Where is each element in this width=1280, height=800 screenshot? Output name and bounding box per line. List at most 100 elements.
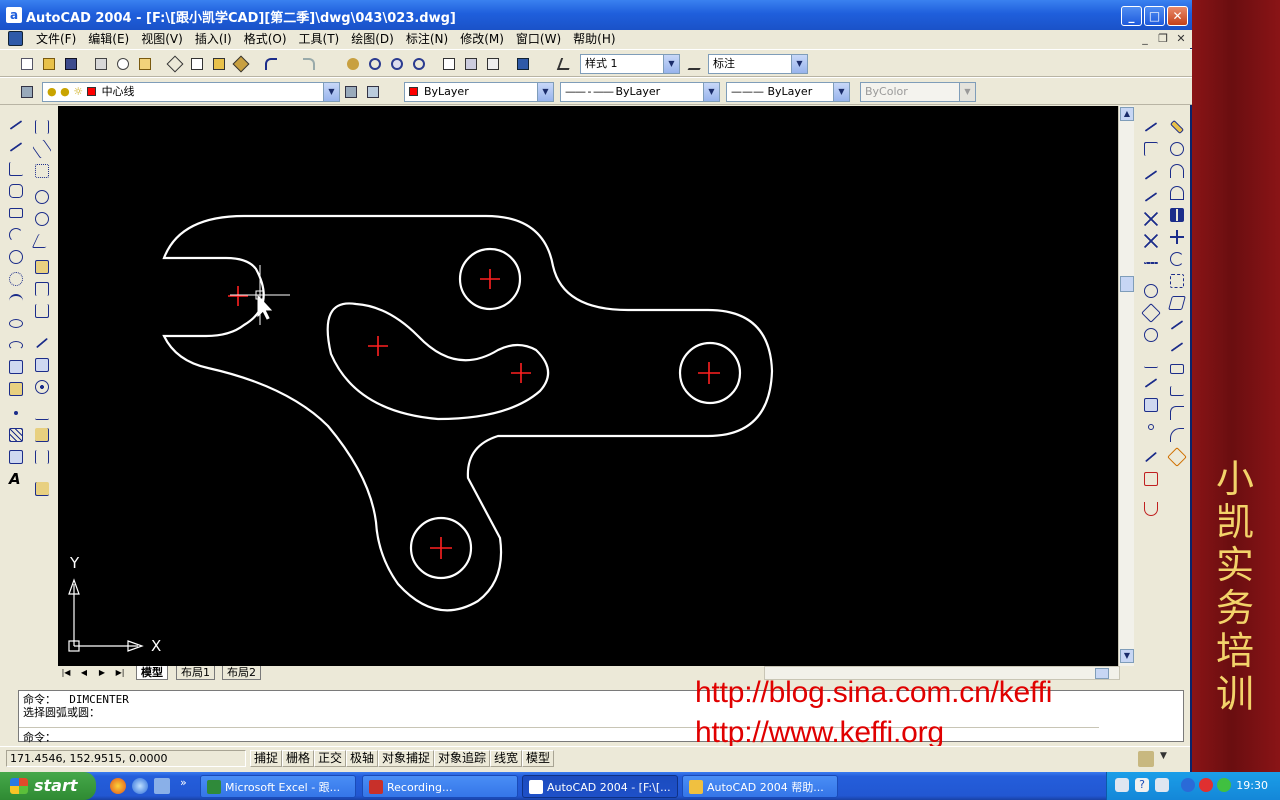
radius-dimension-icon[interactable] (33, 188, 51, 206)
title-bar[interactable]: a AutoCAD 2004 - [F:\[跟小凯学CAD][第二季]\dwg\… (0, 0, 1192, 30)
stretch-icon[interactable] (1168, 294, 1186, 312)
quick-dimension-icon[interactable] (33, 258, 51, 276)
hatch-icon[interactable] (7, 426, 25, 444)
break-icon[interactable] (1168, 360, 1186, 378)
osnap-toggle[interactable]: 对象捕捉 (378, 750, 435, 767)
menu-window[interactable]: 窗口(W) (510, 31, 567, 47)
snap-perpendicular-icon[interactable] (1142, 352, 1160, 370)
menu-edit[interactable]: 编辑(E) (82, 31, 135, 47)
coordinate-readout[interactable]: 171.4546, 152.9515, 0.0000 (6, 750, 246, 767)
quick-launch-browser-icon[interactable] (110, 778, 126, 794)
grid-toggle[interactable]: 栅格 (282, 750, 315, 767)
fillet-icon[interactable] (1168, 426, 1186, 444)
plot-preview-icon[interactable] (114, 55, 132, 73)
status-menu-chevron-icon[interactable]: ▼ (1160, 751, 1167, 761)
dimension-style-manager-icon[interactable] (33, 480, 51, 498)
chevron-down-icon[interactable]: ▼ (323, 83, 339, 101)
tool-palettes-icon[interactable] (484, 55, 502, 73)
snap-midpoint-icon[interactable] (1142, 188, 1160, 206)
construction-line-icon[interactable] (7, 138, 25, 156)
volume-icon[interactable] (1155, 778, 1169, 792)
tray-arrow-icon[interactable] (1181, 778, 1195, 792)
lineweight-select[interactable]: ——— ByLayer ▼ (726, 82, 850, 102)
tab-layout2[interactable]: 布局2 (222, 666, 261, 680)
dimension-style-icon[interactable] (687, 55, 707, 73)
redo-icon[interactable] (300, 55, 318, 73)
temporary-track-point-icon[interactable] (1142, 118, 1160, 136)
scroll-down-arrow-icon[interactable]: ▼ (1120, 649, 1134, 663)
polyline-icon[interactable] (7, 160, 25, 178)
snap-center-icon[interactable] (1142, 282, 1160, 300)
ortho-toggle[interactable]: 正交 (314, 750, 347, 767)
cut-icon[interactable] (166, 55, 184, 73)
security-icon[interactable] (1199, 778, 1213, 792)
print-icon[interactable] (92, 55, 110, 73)
rectangle-icon[interactable] (7, 204, 25, 222)
multiline-text-icon[interactable]: A (7, 470, 25, 488)
undo-icon[interactable] (262, 55, 280, 73)
quick-leader-icon[interactable] (33, 334, 51, 352)
text-style-icon[interactable] (556, 55, 574, 73)
menu-help[interactable]: 帮助(H) (567, 31, 621, 47)
doc-close-button[interactable]: ✕ (1174, 32, 1188, 46)
save-icon[interactable] (62, 55, 80, 73)
join-icon[interactable] (1168, 382, 1186, 400)
snap-insert-icon[interactable] (1142, 396, 1160, 414)
line-icon[interactable] (7, 116, 25, 134)
help-tray-icon[interactable]: ? (1135, 778, 1149, 792)
chevron-down-icon[interactable]: ▼ (703, 83, 719, 101)
zoom-previous-icon[interactable] (410, 55, 428, 73)
menu-modify[interactable]: 修改(M) (454, 31, 510, 47)
snap-none-icon[interactable] (1142, 470, 1160, 488)
network-icon[interactable] (1217, 778, 1231, 792)
tab-layout1[interactable]: 布局1 (176, 666, 215, 680)
tab-model[interactable]: 模型 (136, 666, 168, 680)
snap-endpoint-icon[interactable] (1142, 166, 1160, 184)
vertical-scrollbar[interactable]: ▲ ▼ (1118, 106, 1134, 666)
snap-extension-icon[interactable] (1142, 254, 1160, 272)
snap-node-icon[interactable] (1142, 418, 1160, 436)
menu-insert[interactable]: 插入(I) (189, 31, 238, 47)
snap-parallel-icon[interactable] (1142, 374, 1160, 392)
menu-tools[interactable]: 工具(T) (293, 31, 346, 47)
linetype-select[interactable]: —— - —— ByLayer ▼ (560, 82, 720, 102)
linear-dimension-icon[interactable] (33, 118, 51, 136)
snap-toggle[interactable]: 捕捉 (250, 750, 283, 767)
snap-nearest-icon[interactable] (1142, 448, 1160, 466)
properties-icon[interactable] (440, 55, 458, 73)
design-center-icon[interactable] (462, 55, 480, 73)
dimension-text-edit-icon[interactable] (33, 426, 51, 444)
scroll-up-arrow-icon[interactable]: ▲ (1120, 107, 1134, 121)
ordinate-dimension-icon[interactable] (33, 162, 51, 180)
layer-manager-icon[interactable] (18, 83, 36, 101)
chevron-down-icon[interactable]: ▼ (791, 55, 807, 73)
dimension-edit-icon[interactable] (33, 404, 51, 422)
first-tab-icon[interactable]: |◀ (60, 667, 72, 679)
snap-quadrant-icon[interactable] (1141, 303, 1161, 323)
ellipse-arc-icon[interactable] (7, 336, 25, 354)
aligned-dimension-icon[interactable] (32, 139, 52, 159)
snap-apparent-intersection-icon[interactable] (1142, 232, 1160, 250)
doc-restore-button[interactable]: ❐ (1156, 32, 1170, 46)
erase-icon[interactable] (1168, 118, 1186, 136)
dimension-update-icon[interactable] (33, 448, 51, 466)
new-icon[interactable] (18, 55, 36, 73)
zoom-realtime-icon[interactable] (366, 55, 384, 73)
mirror-icon[interactable] (1168, 162, 1186, 180)
region-icon[interactable] (7, 448, 25, 466)
task-excel[interactable]: Microsoft Excel - 跟... (200, 775, 356, 798)
tolerance-icon[interactable] (33, 356, 51, 374)
quick-launch-ie-icon[interactable] (132, 778, 148, 794)
zoom-window-icon[interactable] (388, 55, 406, 73)
move-icon[interactable] (1168, 228, 1186, 246)
menu-draw[interactable]: 绘图(D) (345, 31, 400, 47)
menu-view[interactable]: 视图(V) (135, 31, 189, 47)
chamfer-icon[interactable] (1168, 404, 1186, 422)
color-select[interactable]: ByLayer ▼ (404, 82, 554, 102)
chevron-down-icon[interactable]: ▼ (537, 83, 553, 101)
horizontal-scroll-thumb[interactable] (1095, 668, 1109, 679)
start-button[interactable]: start (0, 772, 96, 800)
otrack-toggle[interactable]: 对象追踪 (434, 750, 491, 767)
quick-launch-more-icon[interactable]: » (180, 776, 187, 789)
offset-icon[interactable] (1168, 184, 1186, 202)
